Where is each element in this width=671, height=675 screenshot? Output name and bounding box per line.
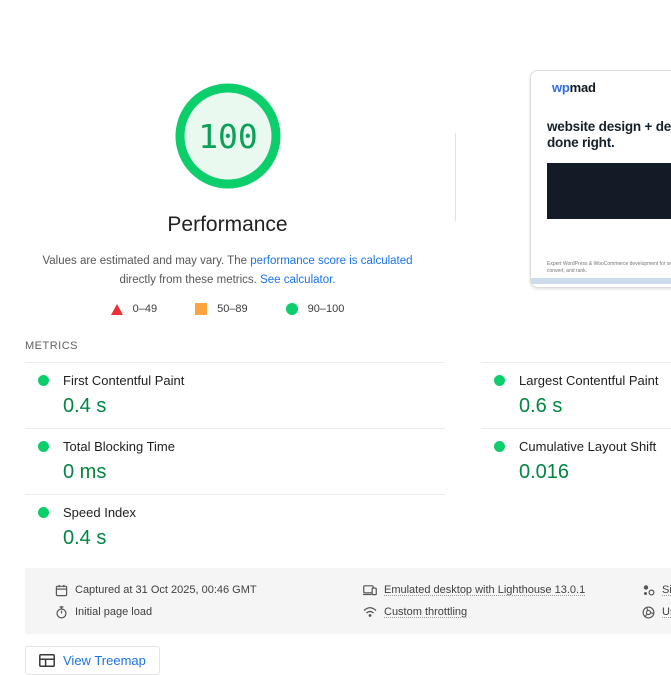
- legend-average-range: 50–89: [217, 303, 248, 315]
- page-screenshot-thumbnail[interactable]: wpmad Design C website design + dev done…: [530, 70, 671, 288]
- metric-label: Largest Contentful Paint: [519, 373, 659, 388]
- site-logo-wp: wp: [552, 80, 570, 95]
- pass-dot-icon: [494, 441, 505, 452]
- meta-session: Single-p: [642, 584, 671, 597]
- meta-emulation: Emulated desktop with Lighthouse 13.0.1: [363, 584, 642, 596]
- meta-session-text: Single-p: [662, 584, 671, 596]
- metric-label: First Contentful Paint: [63, 373, 185, 388]
- meta-captured: Captured at 31 Oct 2025, 00:46 GMT: [55, 584, 363, 597]
- score-legend: 0–49 50–89 90–100: [0, 303, 455, 315]
- metrics-section: METRICS First Contentful Paint 0.4 s Lar…: [0, 338, 671, 560]
- stopwatch-icon: [56, 605, 67, 618]
- meta-page-load: Initial page load: [55, 605, 363, 619]
- metric-label: Speed Index: [63, 505, 137, 520]
- disclaimer-text-1: Values are estimated and may vary. The: [42, 255, 251, 267]
- see-calculator-link[interactable]: See calculator.: [260, 274, 335, 286]
- site-heading-line2: done right.: [547, 135, 615, 150]
- calendar-icon: [55, 584, 68, 596]
- header-vertical-divider: [455, 133, 456, 221]
- metrics-section-label: METRICS: [25, 340, 78, 352]
- metric-label: Cumulative Layout Shift: [519, 439, 657, 454]
- metric-label: Total Blocking Time: [63, 439, 175, 454]
- score-gauge-column: 100 Performance Values are estimated and…: [0, 0, 455, 315]
- metric-value: 0.4 s: [63, 527, 107, 549]
- site-logo-mad: mad: [569, 80, 596, 95]
- metric-first-contentful-paint: First Contentful Paint 0.4 s: [25, 362, 445, 428]
- pass-circle-icon: [285, 303, 298, 315]
- average-square-icon: [195, 303, 208, 315]
- fail-triangle-icon: [110, 303, 123, 315]
- score-disclaimer: Values are estimated and may vary. The p…: [0, 252, 455, 289]
- metric-value: 0.016: [519, 461, 570, 483]
- devices-icon: [363, 585, 377, 596]
- legend-pass-range: 90–100: [307, 303, 345, 315]
- chromium-icon: [642, 606, 655, 618]
- site-footer-bar: [531, 278, 671, 284]
- meta-throttling-text: Custom throttling: [384, 606, 468, 618]
- thumbnail-site-header: wpmad Design C: [531, 71, 671, 95]
- metric-value: 0.6 s: [519, 395, 563, 417]
- score-calculated-link[interactable]: performance score is calculated: [250, 255, 412, 267]
- treemap-icon: [39, 654, 55, 667]
- meta-throttling: Custom throttling: [363, 606, 642, 618]
- legend-average: 50–89: [195, 303, 248, 315]
- legend-pass: 90–100: [285, 303, 345, 315]
- meta-browser-text: Using He: [662, 606, 671, 618]
- pass-dot-icon: [38, 507, 49, 518]
- run-settings-footer: Captured at 31 Oct 2025, 00:46 GMT Emula…: [25, 568, 671, 634]
- metric-grid: First Contentful Paint 0.4 s Largest Con…: [25, 362, 671, 560]
- category-title: Performance: [167, 213, 288, 236]
- site-logo: wpmad: [552, 80, 596, 95]
- site-heading: website design + dev done right.: [531, 95, 671, 151]
- view-treemap-label: View Treemap: [63, 653, 146, 668]
- metric-value: 0.4 s: [63, 395, 107, 417]
- network-throttle-icon: [363, 607, 377, 617]
- metric-value: 0 ms: [63, 461, 107, 483]
- site-heading-line1: website design + dev: [547, 119, 671, 134]
- metric-total-blocking-time: Total Blocking Time 0 ms: [25, 428, 445, 494]
- performance-score-gauge[interactable]: 100: [175, 83, 281, 189]
- legend-fail: 0–49: [110, 303, 158, 315]
- samples-icon: [643, 584, 655, 596]
- meta-emulation-text: Emulated desktop with Lighthouse 13.0.1: [384, 584, 586, 596]
- disclaimer-text-2: directly from these metrics.: [119, 273, 261, 286]
- lighthouse-report: 100 Performance Values are estimated and…: [0, 0, 671, 675]
- site-body-text: Expert WordPress & WooCommerce developme…: [547, 261, 671, 274]
- legend-fail-range: 0–49: [132, 303, 158, 315]
- meta-page-load-text: Initial page load: [75, 606, 153, 618]
- metric-cumulative-layout-shift: Cumulative Layout Shift 0.016: [481, 428, 671, 494]
- pass-dot-icon: [494, 375, 505, 386]
- site-hero-image: [547, 163, 671, 219]
- meta-captured-text: Captured at 31 Oct 2025, 00:46 GMT: [75, 584, 257, 596]
- pass-dot-icon: [38, 375, 49, 386]
- pass-dot-icon: [38, 441, 49, 452]
- metric-largest-contentful-paint: Largest Contentful Paint 0.6 s: [481, 362, 671, 428]
- performance-header: 100 Performance Values are estimated and…: [0, 0, 671, 338]
- performance-score-value: 100: [198, 117, 258, 156]
- meta-browser: Using He: [642, 606, 671, 619]
- metric-speed-index: Speed Index 0.4 s: [25, 494, 445, 560]
